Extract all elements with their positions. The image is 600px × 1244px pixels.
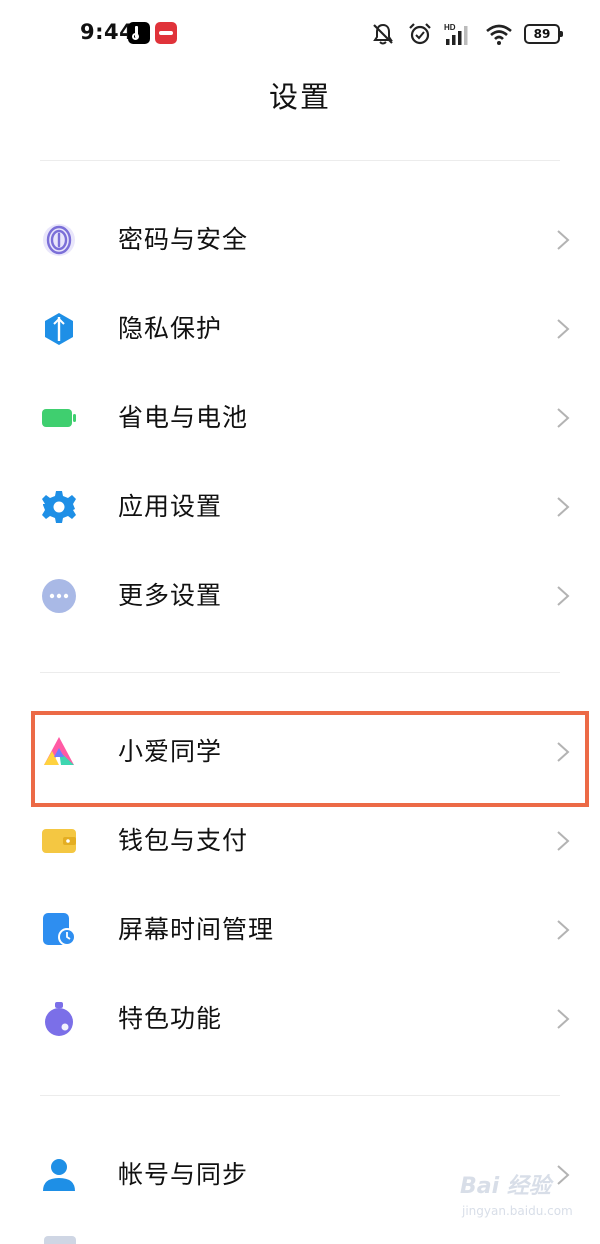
divider: [40, 160, 560, 161]
chevron-right-icon: [557, 408, 570, 428]
chevron-right-icon: [557, 742, 570, 762]
chevron-right-icon: [557, 586, 570, 606]
watermark-main: Bai 经验: [460, 1174, 551, 1199]
app-notification-icon: [155, 22, 177, 44]
xiaoai-icon: [44, 737, 74, 765]
status-icons: HD 89: [370, 18, 563, 50]
row-label: 密码与安全: [118, 225, 249, 254]
mute-icon: [373, 23, 393, 45]
divider: [40, 672, 560, 673]
divider: [40, 1095, 560, 1096]
chevron-right-icon: [557, 920, 570, 940]
network-label: HD: [444, 23, 456, 32]
row-label: 省电与电池: [118, 403, 249, 432]
row-label: 隐私保护: [118, 314, 223, 343]
app-gear-icon: [42, 491, 76, 523]
baidu-watermark: Bai 经验 jingyan.baidu.com: [460, 1168, 590, 1228]
signal-icon: HD: [444, 23, 468, 45]
row-label: 应用设置: [118, 492, 223, 521]
wifi-icon: [486, 24, 512, 45]
row-label: 小爱同学: [118, 737, 223, 766]
privacy-shield-icon: [45, 313, 73, 345]
chevron-right-icon: [557, 497, 570, 517]
account-icon: [43, 1159, 75, 1191]
row-label: 屏幕时间管理: [118, 915, 275, 944]
wallet-icon: [42, 829, 76, 853]
row-label: 帐号与同步: [118, 1160, 249, 1189]
settings-row-features[interactable]: 特色功能: [0, 975, 600, 1063]
watermark-sub: jingyan.baidu.com: [462, 1204, 573, 1218]
battery-icon: 89: [524, 24, 563, 44]
row-label: 特色功能: [118, 1004, 223, 1033]
settings-row-more-settings[interactable]: 更多设置: [0, 552, 600, 640]
chevron-right-icon: [557, 1009, 570, 1029]
alarm-icon: [409, 23, 431, 45]
settings-row-privacy[interactable]: 隐私保护: [0, 285, 600, 373]
more-dots-icon: [42, 579, 76, 613]
battery-green-icon: [42, 409, 76, 427]
status-time: 9:44: [80, 20, 135, 44]
settings-row-screen-time[interactable]: 屏幕时间管理: [0, 886, 600, 974]
page-title: 设置: [268, 80, 331, 114]
chevron-right-icon: [557, 831, 570, 851]
chevron-right-icon: [557, 319, 570, 339]
row-label: 更多设置: [118, 581, 223, 610]
tiktok-icon: [128, 22, 150, 44]
screen-time-icon: [43, 913, 76, 946]
fingerprint-icon: [43, 224, 75, 256]
status-bar: 9:44 HD 89: [0, 0, 600, 70]
settings-row-battery[interactable]: 省电与电池: [0, 374, 600, 462]
chevron-right-icon: [557, 230, 570, 250]
settings-row-wallet[interactable]: 钱包与支付: [0, 797, 600, 885]
settings-row-password-security[interactable]: 密码与安全: [0, 196, 600, 284]
partial-next-row-icon: [44, 1236, 76, 1244]
row-label: 钱包与支付: [118, 826, 249, 855]
settings-row-xiaoai[interactable]: 小爱同学: [0, 708, 600, 796]
settings-row-app-settings[interactable]: 应用设置: [0, 463, 600, 551]
feature-icon: [45, 1002, 73, 1036]
